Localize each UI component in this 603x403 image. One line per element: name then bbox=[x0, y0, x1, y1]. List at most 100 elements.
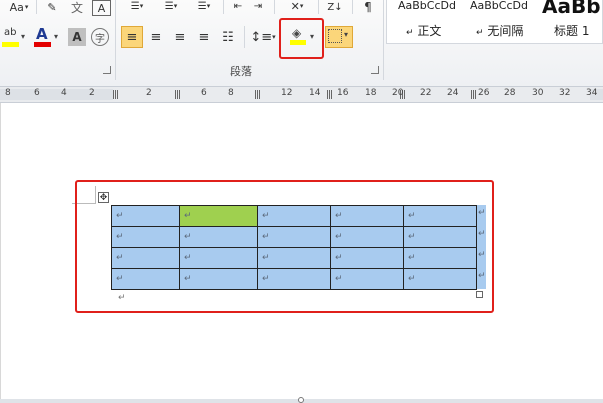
table-cell[interactable]: ↵ bbox=[257, 247, 331, 269]
table-cell[interactable]: ↵ bbox=[111, 205, 180, 227]
font-dialog-launcher-icon[interactable] bbox=[103, 66, 111, 74]
row-end-mark: ↵ bbox=[478, 271, 486, 281]
table-cell[interactable]: ↵ bbox=[111, 268, 180, 290]
numbering-button[interactable]: ☰ ▾ bbox=[158, 0, 184, 12]
style-heading1[interactable]: 标题 1 bbox=[554, 22, 589, 39]
ribbon: Aa ▾ ✎ 文 A ab ▾ A ▾ A 字 ☰ ▾ ☰ ▾ ☰ ▾ ⇤ ⇥ ✕ ▾ Z… bbox=[0, 0, 603, 87]
row-end-marks: ↵ ↵ ↵ ↵ bbox=[477, 205, 486, 289]
group-separator bbox=[115, 0, 116, 80]
align-center-button[interactable]: ≡ bbox=[146, 26, 166, 48]
table-cell[interactable]: ↵ bbox=[179, 268, 258, 290]
table-column-marker[interactable] bbox=[327, 90, 333, 99]
clear-format-icon[interactable]: ✎ bbox=[44, 0, 60, 14]
character-border-button[interactable]: A bbox=[92, 0, 111, 16]
table-cell[interactable]: ↵ bbox=[403, 205, 477, 227]
ruler-number: 6 bbox=[34, 88, 40, 98]
table-column-marker[interactable] bbox=[255, 90, 261, 99]
table-cell[interactable]: ↵ bbox=[257, 205, 331, 227]
table-cell[interactable]: ↵ bbox=[111, 226, 180, 248]
enclose-characters-button[interactable]: 字 bbox=[91, 28, 109, 46]
move-icon[interactable]: ✥ bbox=[98, 192, 109, 203]
shading-color-swatch bbox=[290, 40, 306, 45]
table-cell[interactable]: ↵ bbox=[403, 226, 477, 248]
ruler-number: 34 bbox=[586, 88, 598, 98]
ruler-number: 14 bbox=[309, 88, 321, 98]
font-color-swatch bbox=[34, 42, 51, 47]
line-spacing-icon: ↕≡ bbox=[250, 29, 273, 45]
style-heading1-sample[interactable]: AaBb bbox=[542, 0, 601, 18]
ruler-number: 16 bbox=[337, 88, 349, 98]
ruler-number: 12 bbox=[281, 88, 293, 98]
change-case-button[interactable]: Aa ▾ bbox=[6, 0, 32, 14]
chevron-down-icon: ▾ bbox=[206, 2, 211, 10]
multilevel-list-button[interactable]: ☰ ▾ bbox=[192, 0, 216, 12]
table-row: ↵ ↵ ↵ ↵ ↵ bbox=[111, 268, 477, 290]
ruler-number: 20 bbox=[392, 88, 404, 98]
decrease-indent-button[interactable]: ⇤ bbox=[230, 0, 246, 12]
table-cell[interactable]: ↵ bbox=[330, 226, 404, 248]
borders-icon bbox=[328, 29, 342, 43]
bullets-icon: ☰ bbox=[130, 0, 140, 12]
row-end-mark: ↵ bbox=[478, 229, 486, 239]
style-normal-sample[interactable]: AaBbCcDd bbox=[398, 0, 456, 12]
sort-button[interactable]: Z↓ bbox=[326, 0, 344, 14]
table-cell[interactable]: ↵ bbox=[179, 247, 258, 269]
ruler-number: 4 bbox=[61, 88, 67, 98]
style-no-spacing-sample[interactable]: AaBbCcDd bbox=[470, 0, 528, 12]
bullets-button[interactable]: ☰ ▾ bbox=[124, 0, 150, 12]
separator bbox=[274, 0, 275, 14]
character-shading-button[interactable]: A bbox=[68, 28, 86, 46]
align-left-icon: ≡ bbox=[126, 29, 138, 45]
align-left-button[interactable]: ≡ bbox=[121, 26, 143, 48]
table-cell[interactable]: ↵ bbox=[257, 226, 331, 248]
ruler-margin-left bbox=[0, 89, 113, 100]
document-table[interactable]: ↵ ↵ ↵ ↵ ↵ ↵ ↵ ↵ ↵ ↵ ↵ ↵ ↵ ↵ ↵ ↵ ↵ ↵ ↵ ↵ bbox=[111, 205, 477, 290]
table-resize-handle[interactable] bbox=[476, 291, 483, 298]
table-cell-green[interactable]: ↵ bbox=[179, 205, 258, 227]
chevron-down-icon: ▾ bbox=[21, 32, 26, 41]
chevron-down-icon: ▾ bbox=[24, 3, 29, 11]
table-cell[interactable]: ↵ bbox=[111, 247, 180, 269]
justify-button[interactable]: ≡ bbox=[194, 26, 214, 48]
scroll-position-icon bbox=[298, 397, 304, 403]
table-cell[interactable]: ↵ bbox=[330, 268, 404, 290]
align-center-icon: ≡ bbox=[150, 29, 162, 45]
shading-button[interactable]: ◈ ▾ bbox=[289, 26, 319, 50]
table-cell[interactable]: ↵ bbox=[257, 268, 331, 290]
chinese-layout-button[interactable]: ✕ ▾ bbox=[284, 0, 310, 13]
table-column-marker[interactable] bbox=[471, 90, 477, 99]
increase-indent-button[interactable]: ⇥ bbox=[250, 0, 266, 12]
phonetic-guide-button[interactable]: 文 bbox=[68, 0, 86, 15]
table-cell[interactable]: ↵ bbox=[179, 226, 258, 248]
row-end-mark: ↵ bbox=[478, 208, 486, 218]
chevron-down-icon: ▾ bbox=[344, 30, 349, 39]
chevron-down-icon: ▾ bbox=[272, 33, 276, 41]
ruler-number: 2 bbox=[146, 88, 152, 98]
distributed-button[interactable]: ☷ bbox=[218, 26, 238, 48]
justify-icon: ≡ bbox=[198, 29, 210, 45]
borders-button[interactable]: ▾ bbox=[325, 26, 353, 48]
table-column-marker[interactable] bbox=[113, 90, 119, 99]
table-row: ↵ ↵ ↵ ↵ ↵ bbox=[111, 226, 477, 248]
separator bbox=[352, 0, 353, 14]
table-cell[interactable]: ↵ bbox=[403, 268, 477, 290]
row-end-mark: ↵ bbox=[478, 250, 486, 260]
style-normal[interactable]: ↵ 正文 bbox=[406, 22, 441, 39]
chevron-down-icon: ▾ bbox=[173, 2, 178, 10]
table-cell[interactable]: ↵ bbox=[330, 205, 404, 227]
font-color-button[interactable]: A ▾ bbox=[34, 25, 64, 50]
highlighter-icon: ab bbox=[4, 27, 17, 38]
paragraph-dialog-launcher-icon[interactable] bbox=[371, 66, 379, 74]
line-spacing-button[interactable]: ↕≡ ▾ bbox=[250, 26, 276, 48]
align-right-button[interactable]: ≡ bbox=[170, 26, 190, 48]
table-column-marker[interactable] bbox=[175, 90, 181, 99]
table-cell[interactable]: ↵ bbox=[403, 247, 477, 269]
show-marks-button[interactable]: ¶ bbox=[360, 0, 376, 14]
table-cell[interactable]: ↵ bbox=[330, 247, 404, 269]
ruler-number: 8 bbox=[5, 88, 11, 98]
text-highlight-button[interactable]: ab ▾ bbox=[2, 26, 28, 50]
horizontal-ruler[interactable]: 8 6 4 2 2 6 8 12 14 16 18 20 22 24 26 28… bbox=[0, 87, 603, 103]
chinese-layout-icon: ✕ bbox=[290, 0, 300, 13]
ruler-number: 22 bbox=[420, 88, 432, 98]
style-no-spacing[interactable]: ↵ 无间隔 bbox=[476, 22, 523, 39]
